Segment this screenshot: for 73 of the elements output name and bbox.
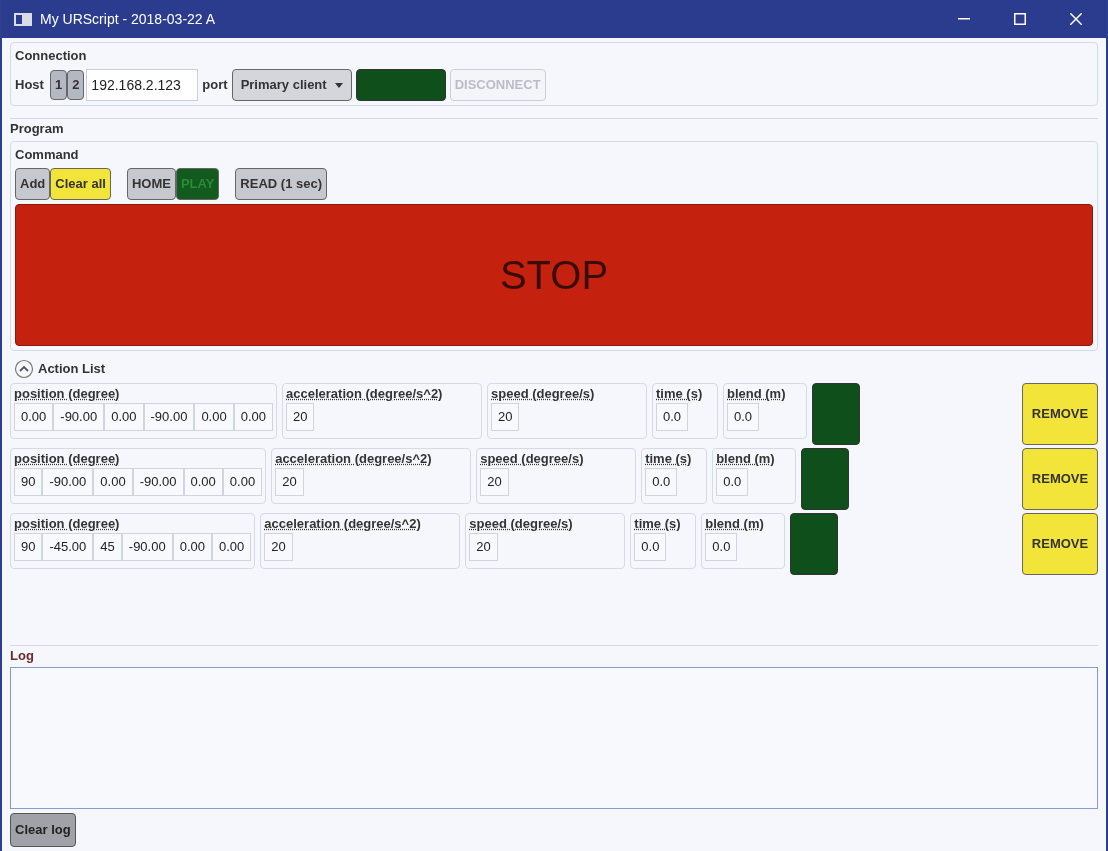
group-title: Log [10,646,35,665]
field-label: blend (m) [716,449,776,468]
field-label: time (s) [656,384,704,403]
port-dropdown[interactable]: Primary client [231,69,352,101]
group-title: Connection [15,48,87,63]
host-label: Host [15,76,44,95]
input-field[interactable]: 90 [14,533,43,561]
input-field[interactable]: 0.00 [14,403,54,431]
host-field[interactable]: 192.168.2.123 [86,69,199,101]
group-title: Program [10,120,65,138]
input-field[interactable]: 0.00 [222,468,263,496]
clear-log-button[interactable]: Clear log [10,813,76,847]
caret-icon [334,82,343,88]
port-label: port [202,76,228,95]
preset-button[interactable]: 1 [49,70,68,100]
window-title: My URScript - 2018-03-22 A [40,9,216,29]
play-button[interactable] [801,447,850,510]
input-field[interactable]: 0.0 [634,533,667,561]
preset-button[interactable]: 2 [67,70,85,100]
input-field[interactable]: 0.0 [727,403,760,431]
minimize-icon[interactable] [958,18,970,20]
command-button[interactable]: READ (1 sec) [235,167,327,200]
input-field[interactable]: -90.00 [53,403,105,431]
input-field[interactable]: 20 [480,468,509,496]
collapse-icon[interactable] [14,358,34,379]
input-field[interactable]: 0.0 [656,403,689,431]
command-button[interactable]: Clear all [50,167,111,200]
input-field[interactable]: 20 [275,468,304,496]
close-icon[interactable] [1070,13,1082,25]
input-field[interactable]: 0.0 [645,468,678,496]
field-label: time (s) [645,449,693,468]
input-field[interactable]: -45.00 [42,533,94,561]
input-field[interactable]: 0.00 [172,533,212,561]
field-label: position (degree) [14,449,121,468]
input-field[interactable]: 0.00 [212,533,252,561]
command-button[interactable]: Add [15,167,51,200]
remove-button[interactable]: REMOVE [1022,382,1098,445]
input-field[interactable]: 20 [469,533,498,561]
field-label: acceleration (degree/s^2) [275,449,433,468]
field-label: position (degree) [14,384,121,403]
input-field[interactable]: 0.00 [233,403,273,431]
input-field[interactable]: 0.0 [716,468,749,496]
input-field[interactable]: -90.00 [42,468,94,496]
field-label: acceleration (degree/s^2) [286,384,444,403]
field-label: blend (m) [727,384,787,403]
remove-button[interactable]: REMOVE [1022,447,1098,510]
input-field[interactable]: 0.00 [93,468,133,496]
app-icon [14,12,32,26]
input-field[interactable]: 0.00 [194,403,234,431]
section-title: Action List [38,359,106,378]
play-button[interactable] [790,512,839,575]
remove-button[interactable]: REMOVE [1022,512,1098,575]
input-field[interactable]: 20 [286,403,315,431]
input-field[interactable]: -90.00 [132,468,184,496]
field-label: acceleration (degree/s^2) [264,514,422,533]
field-label: speed (degree/s) [480,449,585,468]
input-field[interactable]: 20 [491,403,520,431]
input-field[interactable]: -90.00 [143,403,195,431]
field-label: time (s) [634,514,682,533]
field-label: blend (m) [705,514,765,533]
input-field[interactable]: 20 [264,533,293,561]
group-title: Command [15,146,79,162]
input-field[interactable]: 0.0 [705,533,738,561]
field-label: speed (degree/s) [491,384,596,403]
input-field[interactable]: 0.00 [183,468,223,496]
input-field[interactable]: 0.00 [104,403,144,431]
command-button[interactable]: HOME [126,167,176,200]
input-field[interactable]: 45 [93,533,122,561]
input-field[interactable]: 90 [14,468,43,496]
maximize-icon[interactable] [1014,13,1026,25]
field-label: position (degree) [14,514,121,533]
input-field[interactable]: -90.00 [121,533,173,561]
field-label: speed (degree/s) [469,514,574,533]
